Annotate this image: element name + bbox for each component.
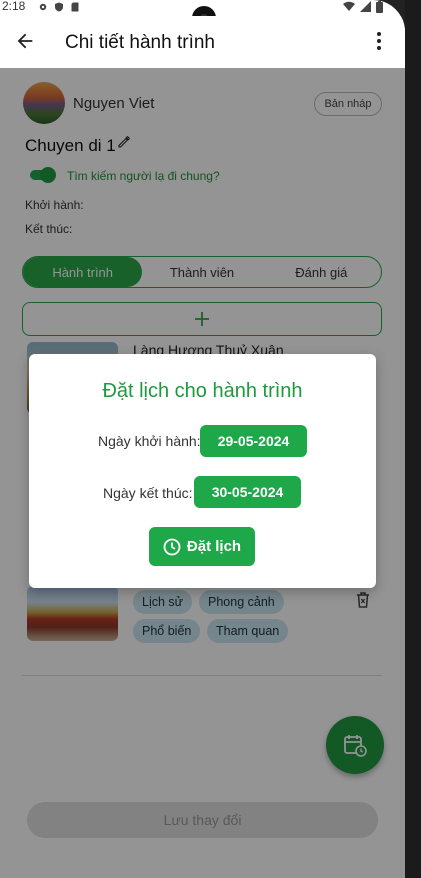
settings-status-icon	[38, 1, 48, 11]
end-date-label: Ngày kết thúc:	[103, 485, 193, 501]
status-notification-icons	[38, 1, 80, 12]
start-date-button[interactable]: 29-05-2024	[200, 425, 307, 457]
schedule-dialog: Đặt lịch cho hành trình Ngày khởi hành: …	[29, 354, 376, 588]
page-title: Chi tiết hành trình	[65, 32, 215, 53]
status-system-icons	[343, 1, 383, 13]
wifi-icon	[343, 1, 355, 11]
schedule-button[interactable]: Đặt lịch	[149, 527, 255, 566]
dialog-title: Đặt lịch cho hành trình	[102, 380, 303, 402]
clock-icon	[163, 538, 181, 555]
start-date-label: Ngày khởi hành:	[98, 433, 201, 449]
sd-card-status-icon	[70, 1, 80, 12]
app-bar: Chi tiết hành trình	[0, 16, 405, 68]
device-screen: 2:18 Chi tiết hành trình Nguyen Viet Bản…	[0, 0, 405, 878]
schedule-button-label: Đặt lịch	[186, 538, 242, 555]
battery-icon	[376, 1, 383, 13]
end-date-button[interactable]: 30-05-2024	[194, 476, 301, 508]
device-frame-edge	[405, 0, 421, 878]
signal-icon	[360, 1, 371, 12]
shield-status-icon	[54, 1, 64, 12]
more-vertical-icon[interactable]	[369, 30, 389, 52]
status-time: 2:18	[2, 0, 26, 13]
back-arrow-icon[interactable]	[14, 30, 36, 52]
